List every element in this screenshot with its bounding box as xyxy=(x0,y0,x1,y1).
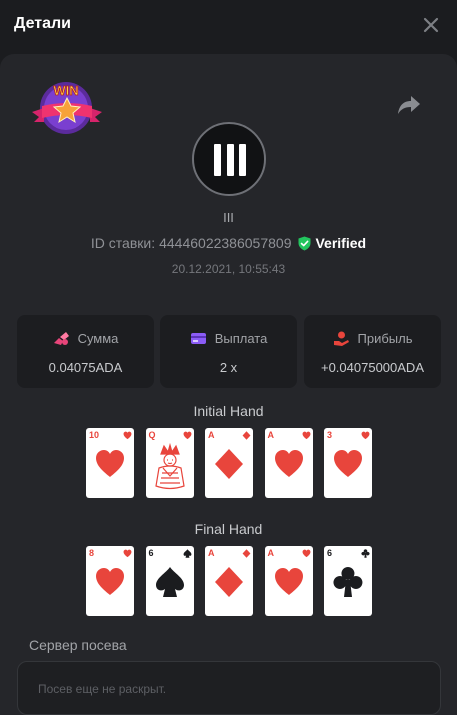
three-bars-icon xyxy=(192,122,266,196)
final-card-2: 6 xyxy=(145,546,194,616)
stat-profit: Прибыль +0.04075000ADA xyxy=(304,315,441,388)
initial-card-4: A xyxy=(264,428,313,498)
hearts-large-icon xyxy=(332,448,364,480)
modal-title: Детали xyxy=(14,15,72,32)
spades-large-icon xyxy=(154,566,186,598)
final-card-4: A xyxy=(264,546,313,616)
hearts-icon xyxy=(123,431,132,440)
server-seed-field[interactable]: Посев еще не раскрыт. xyxy=(17,661,441,715)
diamonds-icon xyxy=(242,431,251,440)
initial-hand: 10 Q A A 3 xyxy=(86,428,372,498)
initial-card-2: Q xyxy=(145,428,194,498)
verified-shield-icon xyxy=(297,236,312,251)
card-rank: 6 xyxy=(327,548,333,558)
card-rank: 10 xyxy=(89,430,100,440)
card-rank: 3 xyxy=(327,430,333,440)
bet-id-label: ID ставки: xyxy=(90,235,156,251)
stat-label: Выплата xyxy=(214,331,268,346)
initial-card-5: 3 xyxy=(324,428,372,498)
initial-card-1: 10 xyxy=(86,428,134,498)
hearts-icon xyxy=(302,549,311,558)
stat-amount: Сумма 0.04075ADA xyxy=(17,315,154,388)
final-card-1: 8 xyxy=(86,546,134,616)
bet-date: 20.12.2021, 10:55:43 xyxy=(171,262,286,276)
share-arrow-icon[interactable] xyxy=(397,94,421,116)
modal-header: Детали xyxy=(0,0,457,52)
stat-payout: Выплата 2 x xyxy=(160,315,297,388)
bet-id-row: ID ставки: 44446022386057809 Verified xyxy=(0,235,457,251)
stats-row: Сумма 0.04075ADA Выплата 2 x Прибыль +0.… xyxy=(17,315,441,388)
card-rank: Q xyxy=(148,430,156,440)
card-rank: A xyxy=(267,430,275,440)
coin-stack-icon xyxy=(53,330,70,347)
card-rank: A xyxy=(208,548,215,558)
queen-face-icon xyxy=(151,442,189,492)
hearts-large-icon xyxy=(94,448,126,480)
card-rank: A xyxy=(208,430,215,440)
stat-label: Прибыль xyxy=(357,331,413,346)
final-hand: 8 6 A A 6 xyxy=(86,546,372,616)
bet-details-panel: WIN III ID ставки: 44446022386057809 Ver… xyxy=(0,54,457,715)
hearts-icon xyxy=(123,549,132,558)
diamonds-large-icon xyxy=(213,566,245,598)
card-rank: 8 xyxy=(89,548,95,558)
profit-hand-icon xyxy=(333,330,350,347)
card-rank: A xyxy=(267,548,275,558)
game-name: III xyxy=(223,210,234,225)
initial-card-3: A xyxy=(205,428,253,498)
initial-hand-title: Initial Hand xyxy=(193,403,264,419)
diamonds-icon xyxy=(242,549,251,558)
win-star-badge: WIN xyxy=(30,78,104,136)
close-icon[interactable] xyxy=(418,12,444,38)
diamonds-large-icon xyxy=(213,448,245,480)
verified-label[interactable]: Verified xyxy=(315,235,366,251)
bet-id-value: 44446022386057809 xyxy=(159,235,292,251)
stat-value: 0.04075ADA xyxy=(48,360,123,375)
stat-value: 2 x xyxy=(219,360,238,375)
svg-text:WIN: WIN xyxy=(53,83,78,98)
hearts-large-icon xyxy=(273,566,305,598)
stat-label: Сумма xyxy=(77,331,119,346)
clubs-large-icon xyxy=(332,566,364,598)
card-payout-icon xyxy=(190,330,207,347)
hearts-icon xyxy=(302,431,311,440)
seed-label: Сервер посева xyxy=(29,637,127,653)
card-rank: 6 xyxy=(148,548,154,558)
server-seed-placeholder: Посев еще не раскрыт. xyxy=(38,682,167,696)
hearts-large-icon xyxy=(273,448,305,480)
spades-icon xyxy=(183,549,192,558)
final-card-5: 6 xyxy=(324,546,372,616)
clubs-icon xyxy=(361,549,370,558)
hearts-icon xyxy=(183,431,192,440)
hearts-large-icon xyxy=(94,566,126,598)
final-hand-title: Final Hand xyxy=(194,521,263,537)
final-card-3: A xyxy=(205,546,253,616)
hearts-icon xyxy=(361,431,370,440)
stat-value: +0.04075000ADA xyxy=(320,360,424,375)
